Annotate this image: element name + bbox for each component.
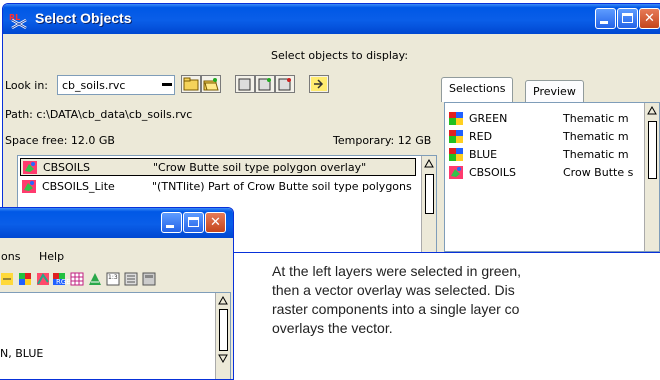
object-list-scrollbar[interactable] xyxy=(421,156,436,252)
scroll-thumb[interactable] xyxy=(219,309,228,351)
selection-type: Thematic m xyxy=(563,112,629,125)
new-file-button[interactable] xyxy=(255,75,275,93)
add-shape-icon xyxy=(89,273,101,285)
add-vector-icon xyxy=(37,273,49,285)
close-button[interactable]: ✕ xyxy=(639,8,660,29)
vector-object-icon xyxy=(22,180,36,193)
open-folder-button[interactable] xyxy=(201,75,221,93)
close-icon: ✕ xyxy=(210,215,221,230)
tab-selections[interactable]: Selections xyxy=(441,77,514,102)
layer-list-scrollbar[interactable] xyxy=(215,293,230,379)
space-free-label: Space free: 12.0 GB xyxy=(5,134,115,147)
new-object-icon xyxy=(238,78,251,91)
minimize-icon xyxy=(166,225,174,228)
menu-help[interactable]: Help xyxy=(39,250,64,263)
new-folder-icon xyxy=(278,78,291,91)
minimize-button[interactable] xyxy=(161,212,182,233)
add-layer-icon xyxy=(1,273,13,285)
scroll-up-icon[interactable] xyxy=(647,106,657,116)
list-item[interactable]: GREEN Thematic m xyxy=(449,111,649,127)
go-arrow-icon xyxy=(311,77,327,91)
raster-object-icon xyxy=(449,130,463,143)
object-name: CBSOILS xyxy=(43,161,91,174)
maximize-icon xyxy=(622,13,633,23)
folder-icon xyxy=(183,77,199,91)
selection-name: CBSOILS xyxy=(469,166,517,179)
tab-label: Selections xyxy=(449,82,506,95)
selection-name: RED xyxy=(469,130,493,143)
list-item[interactable]: RED Thematic m xyxy=(449,129,649,145)
selection-name: BLUE xyxy=(469,148,498,161)
list-item[interactable]: CBSOILS_Lite "(TNTlite) Part of Crow But… xyxy=(20,178,416,196)
tab-label: Preview xyxy=(533,85,576,98)
title-bar[interactable]: RL Select Objects ✕ xyxy=(3,4,660,34)
minimize-icon xyxy=(600,21,608,24)
scroll-down-icon[interactable] xyxy=(218,353,228,363)
scroll-thumb[interactable] xyxy=(425,174,434,214)
scroll-thumb[interactable] xyxy=(648,121,657,179)
new-object-button[interactable] xyxy=(235,75,255,93)
add-rgb-icon: RGB xyxy=(53,273,71,286)
object-description: "(TNTlite) Part of Crow Butte soil type … xyxy=(152,180,412,193)
look-in-label: Look in: xyxy=(5,79,48,92)
selection-type: Crow Butte s xyxy=(563,166,634,179)
title-bar[interactable]: ✕ xyxy=(0,208,233,238)
display-window: ✕ ons Help RGB 1:3 N, BLUE xyxy=(0,207,234,380)
look-in-field[interactable]: cb_soils.rvc xyxy=(57,75,175,95)
selections-scrollbar[interactable] xyxy=(644,103,659,251)
raster-object-icon xyxy=(449,112,463,125)
folder-button[interactable] xyxy=(181,75,201,93)
layout-icon xyxy=(142,272,156,286)
layer-list-item[interactable]: N, BLUE xyxy=(0,347,43,360)
maximize-icon xyxy=(188,217,199,227)
toolbar-icons: RGB 1:3 xyxy=(1,272,156,286)
tnt-app-icon: RL xyxy=(9,13,27,29)
vector-object-icon xyxy=(449,166,463,179)
menu-options[interactable]: ons xyxy=(1,250,20,263)
add-table-icon: 1:3 xyxy=(106,272,120,286)
selection-type: Thematic m xyxy=(563,148,629,161)
raster-object-icon xyxy=(449,148,463,161)
go-button[interactable] xyxy=(309,75,329,93)
selection-name: GREEN xyxy=(469,112,508,125)
selection-type: Thematic m xyxy=(563,130,629,143)
maximize-button[interactable] xyxy=(617,8,638,29)
tab-preview[interactable]: Preview xyxy=(525,80,584,102)
open-folder-icon xyxy=(203,78,219,91)
scroll-up-icon[interactable] xyxy=(218,296,228,306)
close-icon: ✕ xyxy=(644,11,655,26)
list-item[interactable]: CBSOILS Crow Butte s xyxy=(449,165,649,181)
scroll-up-icon[interactable] xyxy=(424,159,434,169)
select-prompt: Select objects to display: xyxy=(271,49,409,62)
new-folder-button[interactable] xyxy=(275,75,295,93)
close-button[interactable]: ✕ xyxy=(205,212,226,233)
temporary-label: Temporary: 12 GB xyxy=(333,134,432,147)
selections-list[interactable]: GREEN Thematic m RED Thematic m BLUE The… xyxy=(444,102,660,252)
layer-list[interactable]: N, BLUE xyxy=(0,292,231,379)
add-raster-icon xyxy=(19,273,31,285)
caption: At the left layers were selected in gree… xyxy=(272,262,660,338)
caption-line: At the left layers were selected in gree… xyxy=(272,263,522,279)
legend-icon xyxy=(124,272,138,286)
maximize-button[interactable] xyxy=(183,212,204,233)
window-title: Select Objects xyxy=(35,10,132,26)
caption-line: raster components into a single layer co xyxy=(272,301,520,317)
svg-text:1:3: 1:3 xyxy=(108,274,118,281)
object-description: "Crow Butte soil type polygon overlay" xyxy=(153,161,367,174)
new-file-icon xyxy=(258,78,271,91)
svg-text:RGB: RGB xyxy=(56,278,71,286)
minimize-button[interactable] xyxy=(595,8,616,29)
caption-line: overlays the vector. xyxy=(272,320,393,336)
add-grid-icon xyxy=(70,272,84,286)
display-toolbar: RGB 1:3 xyxy=(0,270,229,288)
vector-object-icon xyxy=(23,161,37,174)
look-in-value: cb_soils.rvc xyxy=(62,79,126,92)
list-item[interactable]: CBSOILS "Crow Butte soil type polygon ov… xyxy=(20,158,416,176)
caption-line: then a vector overlay was selected. Dis xyxy=(272,282,515,298)
list-item[interactable]: BLUE Thematic m xyxy=(449,147,649,163)
object-name: CBSOILS_Lite xyxy=(42,180,115,193)
dropdown-icon xyxy=(162,83,172,86)
path-label: Path: c:\DATA\cb_data\cb_soils.rvc xyxy=(5,108,193,121)
